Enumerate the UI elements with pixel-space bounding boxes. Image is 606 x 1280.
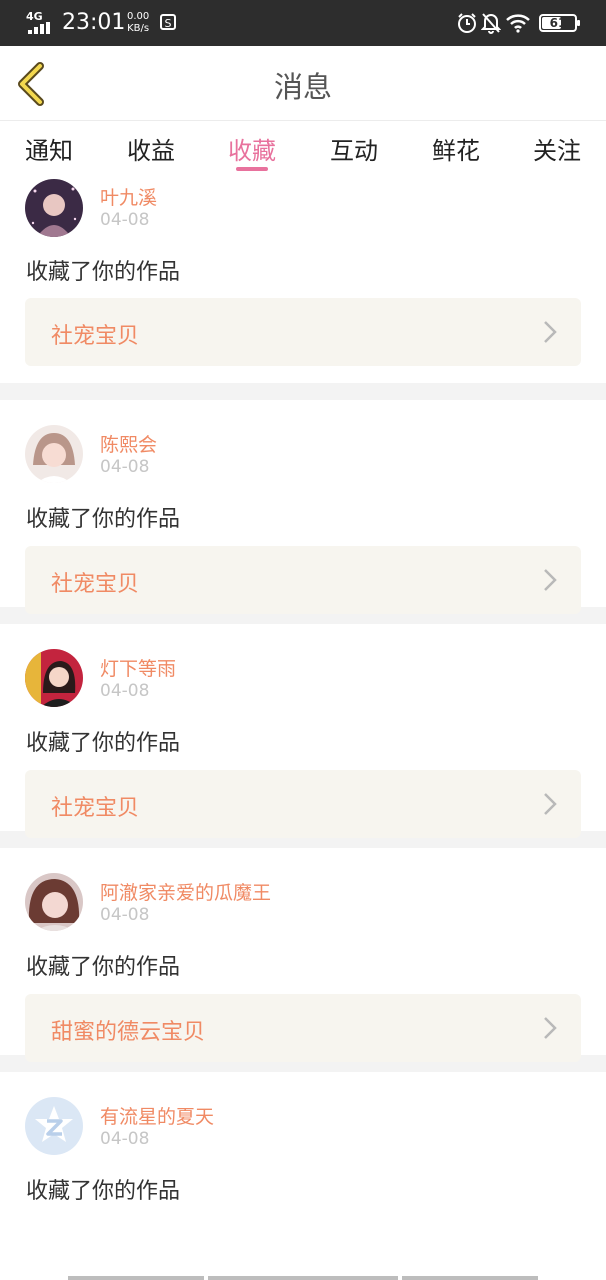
- chevron-right-icon: [544, 321, 557, 343]
- action-text: 收藏了你的作品: [26, 955, 181, 980]
- tab-flowers[interactable]: 鲜花: [416, 131, 496, 166]
- list-item: 灯下等雨 04-08 收藏了你的作品 社宠宝贝: [0, 624, 606, 838]
- chevron-right-icon: [544, 569, 557, 591]
- avatar[interactable]: [25, 179, 83, 237]
- mute-bell-icon: [481, 13, 501, 34]
- action-text: 收藏了你的作品: [26, 260, 181, 285]
- battery-level: 61: [549, 16, 567, 30]
- scroll-indicator: [208, 1276, 398, 1280]
- work-title: 社宠宝贝: [51, 324, 140, 349]
- wifi-icon: [506, 14, 530, 33]
- avatar-image: [25, 873, 83, 931]
- tab-earnings[interactable]: 收益: [111, 131, 191, 166]
- list-item: 阿澈家亲爱的瓜魔王 04-08 收藏了你的作品 甜蜜的德云宝贝: [0, 848, 606, 1062]
- avatar[interactable]: [25, 1097, 83, 1155]
- list-item: 有流星的夏天 04-08 收藏了你的作品: [0, 1072, 606, 1279]
- app-header: 消息: [0, 46, 606, 121]
- work-link[interactable]: 社宠宝贝: [25, 546, 581, 614]
- page-title: 消息: [273, 70, 332, 104]
- message-list: 叶九溪 04-08 收藏了你的作品 社宠宝贝 陈熙会 04-08 收藏了你的作品…: [0, 177, 606, 1279]
- timestamp: 04-08: [100, 457, 150, 477]
- list-item: 陈熙会 04-08 收藏了你的作品 社宠宝贝: [0, 400, 606, 614]
- avatar[interactable]: [25, 649, 83, 707]
- action-text: 收藏了你的作品: [26, 731, 181, 756]
- signal-icon: [28, 22, 50, 34]
- username[interactable]: 阿澈家亲爱的瓜魔王: [100, 878, 271, 905]
- scroll-indicator: [402, 1276, 538, 1280]
- avatar-image: [25, 179, 83, 237]
- tab-follows[interactable]: 关注: [517, 131, 597, 166]
- chevron-right-icon: [544, 793, 557, 815]
- scroll-indicator: [68, 1276, 204, 1280]
- clock: 23:01: [62, 10, 126, 35]
- work-link[interactable]: 社宠宝贝: [25, 770, 581, 838]
- username[interactable]: 陈熙会: [100, 430, 157, 457]
- tab-favorites[interactable]: 收藏: [212, 131, 292, 166]
- work-link[interactable]: 社宠宝贝: [25, 298, 581, 366]
- active-tab-indicator: [236, 167, 268, 171]
- username[interactable]: 灯下等雨: [100, 654, 176, 681]
- work-title: 甜蜜的德云宝贝: [51, 1020, 206, 1045]
- work-link[interactable]: 甜蜜的德云宝贝: [25, 994, 581, 1062]
- timestamp: 04-08: [100, 210, 150, 230]
- chevron-right-icon: [544, 1017, 557, 1039]
- battery-icon: 61: [539, 14, 580, 32]
- divider: [0, 383, 606, 400]
- avatar[interactable]: [25, 425, 83, 483]
- timestamp: 04-08: [100, 905, 150, 925]
- list-item: 叶九溪 04-08 收藏了你的作品 社宠宝贝: [0, 177, 606, 383]
- timestamp: 04-08: [100, 1129, 150, 1149]
- avatar-image: [25, 425, 83, 483]
- timestamp: 04-08: [100, 681, 150, 701]
- action-text: 收藏了你的作品: [26, 1179, 181, 1204]
- default-avatar-icon: [25, 1097, 83, 1155]
- avatar-image: [25, 649, 83, 707]
- avatar[interactable]: [25, 873, 83, 931]
- s-app-icon: S: [160, 14, 176, 30]
- status-bar: 4G 23:01 0.00 KB/s S 61: [0, 0, 606, 46]
- work-title: 社宠宝贝: [51, 572, 140, 597]
- network-speed: 0.00 KB/s: [127, 11, 150, 34]
- tab-interactions[interactable]: 互动: [314, 131, 394, 166]
- username[interactable]: 有流星的夏天: [100, 1102, 214, 1129]
- work-title: 社宠宝贝: [51, 796, 140, 821]
- username[interactable]: 叶九溪: [100, 183, 157, 210]
- action-text: 收藏了你的作品: [26, 507, 181, 532]
- tab-notifications[interactable]: 通知: [9, 131, 89, 166]
- alarm-icon: [458, 13, 476, 33]
- tab-bar: 通知 收益 收藏 互动 鲜花 关注: [0, 121, 606, 177]
